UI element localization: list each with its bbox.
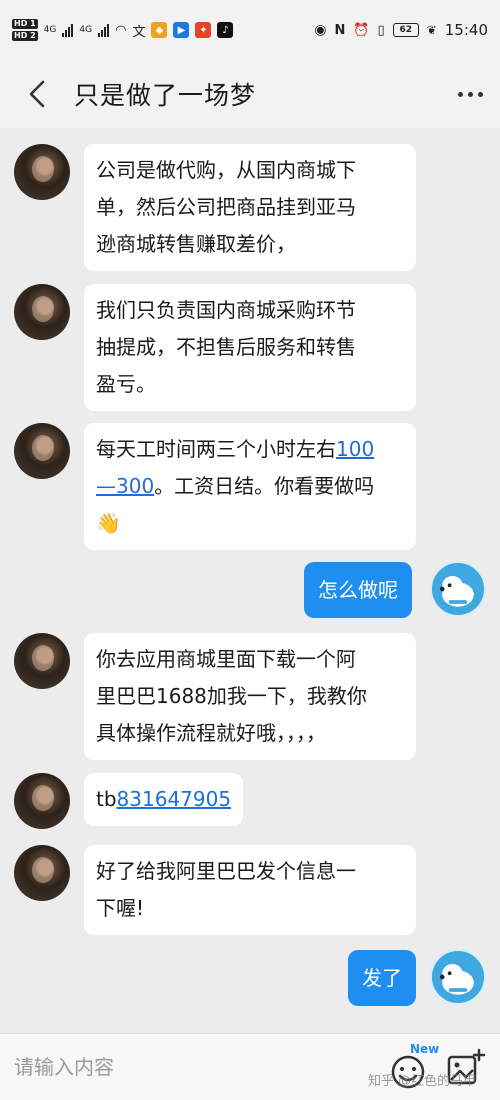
message-line: 具体操作流程就好哦，，，，	[96, 721, 326, 745]
message-input[interactable]	[0, 1037, 340, 1097]
message-bubble-received[interactable]: 每天工时间两三个小时左右100 —300。工资日结。你看要做吗 👋	[84, 423, 416, 550]
message-line: 👋	[96, 505, 404, 542]
chat-header: 只是做了一场梦	[0, 60, 500, 128]
message-bubble-received[interactable]: tb831647905	[84, 773, 244, 826]
translate-icon: 文	[132, 24, 146, 40]
dog-avatar-icon	[439, 964, 474, 995]
network-type-2: 4G	[79, 25, 93, 35]
dog-avatar-icon	[439, 576, 474, 607]
message-text: 。工资日结。你看要做吗	[154, 474, 375, 498]
vibrate-icon: ▯	[377, 22, 385, 38]
nfc-icon: N	[334, 22, 346, 38]
contact-avatar[interactable]	[14, 845, 70, 901]
my-avatar[interactable]	[430, 949, 486, 1005]
status-bar: HD 1 HD 2 4G 4G ◠ 文 ◆ ▶ ✦ ♪ ◉ N ⏰ ▯ 62 ❦…	[0, 0, 500, 60]
message-bubble-received[interactable]: 公司是做代购，从国内商城下 单，然后公司把商品挂到亚马 逊商城转售赚取差价，	[84, 144, 416, 271]
account-number-link[interactable]: 831647905	[117, 787, 232, 811]
contact-avatar[interactable]	[14, 633, 70, 689]
message-text: 发了	[362, 966, 402, 990]
hd1-badge: HD 1	[12, 19, 38, 29]
contact-avatar[interactable]	[14, 423, 70, 479]
chevron-left-icon	[29, 80, 45, 108]
wifi-icon: ◠	[115, 22, 127, 38]
page-title: 只是做了一场梦	[74, 81, 257, 110]
message-line: 单，然后公司把商品挂到亚马	[96, 195, 356, 219]
message-bubble-sent[interactable]: 发了	[348, 950, 416, 1006]
message-line: 每天工时间两三个小时左右100	[96, 431, 404, 468]
battery-icon: 62	[392, 23, 419, 37]
more-dot-icon	[477, 91, 483, 97]
message-line: 抽提成，不担售后服务和转售	[96, 335, 356, 359]
signal-icon-2	[98, 23, 110, 37]
signal-icon	[62, 23, 74, 37]
message-line: 里巴巴1688加我一下，我教你	[96, 684, 367, 708]
eye-icon: ◉	[314, 22, 327, 38]
more-options-button[interactable]	[440, 60, 500, 128]
message-bubble-received[interactable]: 你去应用商城里面下载一个阿 里巴巴1688加我一下，我教你 具体操作流程就好哦，…	[84, 633, 416, 760]
back-button[interactable]	[0, 60, 74, 128]
message-input-bar: New	[0, 1033, 500, 1100]
watermark: 知乎 @红色的马甲	[368, 1074, 477, 1089]
message-text: tb	[96, 787, 117, 811]
contact-avatar[interactable]	[14, 144, 70, 200]
tiktok-icon: ♪	[217, 22, 234, 38]
message-line: 公司是做代购，从国内商城下	[96, 158, 356, 182]
alarm-icon: ⏰	[353, 22, 370, 38]
message-text: 怎么做呢	[318, 578, 398, 602]
message-line: —300。工资日结。你看要做吗	[96, 468, 404, 505]
message-line: 下喔!	[96, 896, 145, 920]
message-line: 盈亏。	[96, 372, 156, 396]
notification-app-icon-3: ✦	[195, 22, 212, 38]
salary-link-start[interactable]: 100	[336, 437, 374, 461]
message-bubble-received[interactable]: 我们只负责国内商城采购环节 抽提成，不担售后服务和转售 盈亏。	[84, 284, 416, 411]
contact-avatar[interactable]	[14, 284, 70, 340]
network-type-1: 4G	[43, 25, 57, 35]
waving-hand-emoji: 👋	[96, 511, 121, 535]
my-avatar[interactable]	[430, 561, 486, 617]
contact-avatar[interactable]	[14, 773, 70, 829]
chat-message-list[interactable]: 公司是做代购，从国内商城下 单，然后公司把商品挂到亚马 逊商城转售赚取差价， 我…	[0, 128, 500, 1033]
message-line: 我们只负责国内商城采购环节	[96, 298, 356, 322]
message-line: 好了给我阿里巴巴发个信息一	[96, 859, 356, 883]
clock: 15:40	[444, 21, 488, 39]
notification-app-icon: ◆	[151, 22, 168, 38]
message-bubble-received[interactable]: 好了给我阿里巴巴发个信息一 下喔!	[84, 845, 416, 935]
more-dot-icon	[457, 91, 463, 97]
notification-app-icon-2: ▶	[173, 22, 190, 38]
leaf-icon: ❦	[426, 23, 437, 37]
message-text: 每天工时间两三个小时左右	[96, 437, 336, 461]
hd2-badge: HD 2	[12, 31, 38, 41]
message-line: 你去应用商城里面下载一个阿	[96, 647, 356, 671]
more-dot-icon	[467, 91, 473, 97]
new-badge: New	[410, 1042, 440, 1056]
message-line: 逊商城转售赚取差价，	[96, 232, 296, 256]
message-bubble-sent[interactable]: 怎么做呢	[304, 562, 412, 618]
salary-link-end[interactable]: —300	[96, 474, 154, 498]
